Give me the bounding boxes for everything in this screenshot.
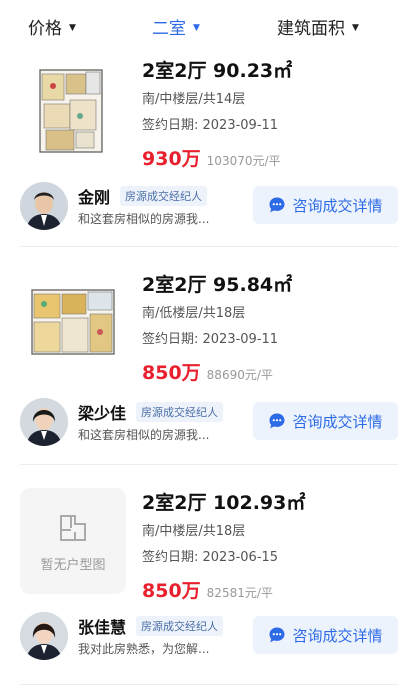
agent-row[interactable]: 张佳慧 房源成交经纪人 我对此房熟悉，为您解... 咨询成交详情 xyxy=(20,612,398,662)
price-row: 930万 103070元/平 xyxy=(142,144,398,171)
chat-icon xyxy=(269,413,285,429)
chevron-down-icon: ▼ xyxy=(193,22,200,33)
chat-icon xyxy=(269,197,285,213)
price-filter[interactable]: 价格 ▼ xyxy=(28,14,76,39)
chat-icon xyxy=(269,627,285,643)
consult-button-label: 咨询成交详情 xyxy=(292,626,383,645)
orientation-floor: 南/低楼层/共18层 xyxy=(142,306,246,321)
listing-title: 2室2厅 90.23㎡ xyxy=(142,60,293,82)
divider xyxy=(20,246,398,247)
listing-title: 2室2厅 95.84㎡ xyxy=(142,274,293,296)
avatar xyxy=(20,182,68,230)
chevron-down-icon: ▼ xyxy=(69,22,76,33)
listing-info: 2室2厅 90.23㎡ 南/中楼层/共14层 签约日期: 2023-09-11 … xyxy=(142,56,398,171)
agent-row[interactable]: 金刚 房源成交经纪人 和这套房相似的房源我... 咨询成交详情 xyxy=(20,182,398,232)
consult-deal-details-button[interactable]: 咨询成交详情 xyxy=(253,616,398,654)
listing-info: 2室2厅 102.93㎡ 南/中楼层/共18层 签约日期: 2023-06-15… xyxy=(142,488,398,603)
agent-tag: 房源成交经纪人 xyxy=(136,402,223,422)
listing-title: 2室2厅 102.93㎡ xyxy=(142,492,306,514)
agent-desc: 和这套房相似的房源我... xyxy=(78,428,210,442)
agent-name: 张佳慧 xyxy=(78,618,127,637)
rooms-filter-label: 二室 xyxy=(152,19,186,39)
no-floorplan-placeholder: 暂无户型图 xyxy=(20,488,126,594)
rooms-filter[interactable]: 二室 ▼ xyxy=(152,14,200,39)
agent-name: 梁少佳 xyxy=(78,404,127,423)
area-filter[interactable]: 建筑面积 ▼ xyxy=(277,14,359,39)
listing-card[interactable]: 暂无户型图 2室2厅 102.93㎡ 南/中楼层/共18层 签约日期: 2023… xyxy=(20,488,398,602)
listing-card[interactable]: 2室2厅 95.84㎡ 南/低楼层/共18层 签约日期: 2023-09-11 … xyxy=(20,270,398,390)
area-filter-label: 建筑面积 xyxy=(277,19,345,39)
sign-date: 签约日期: 2023-06-15 xyxy=(142,550,279,565)
floorplan-image xyxy=(20,56,126,162)
chevron-down-icon: ▼ xyxy=(352,22,359,33)
orientation-floor: 南/中楼层/共18层 xyxy=(142,524,246,539)
consult-button-label: 咨询成交详情 xyxy=(292,412,383,431)
agent-row[interactable]: 梁少佳 房源成交经纪人 和这套房相似的房源我... 咨询成交详情 xyxy=(20,398,398,448)
consult-deal-details-button[interactable]: 咨询成交详情 xyxy=(253,402,398,440)
no-floorplan-text: 暂无户型图 xyxy=(40,557,106,573)
total-price: 930万 xyxy=(142,148,201,170)
listing-info: 2室2厅 95.84㎡ 南/低楼层/共18层 签约日期: 2023-09-11 … xyxy=(142,270,398,385)
sign-date: 签约日期: 2023-09-11 xyxy=(142,332,279,347)
avatar xyxy=(20,398,68,446)
agent-desc: 我对此房熟悉，为您解... xyxy=(78,642,210,656)
consult-button-label: 咨询成交详情 xyxy=(292,196,383,215)
agent-name: 金刚 xyxy=(78,188,111,207)
divider xyxy=(20,464,398,465)
unit-price: 82581元/平 xyxy=(206,586,273,600)
orientation-floor: 南/中楼层/共14层 xyxy=(142,92,246,107)
consult-deal-details-button[interactable]: 咨询成交详情 xyxy=(253,186,398,224)
sign-date: 签约日期: 2023-09-11 xyxy=(142,118,279,133)
unit-price: 103070元/平 xyxy=(206,154,281,168)
price-row: 850万 88690元/平 xyxy=(142,358,398,385)
avatar xyxy=(20,612,68,660)
agent-desc: 和这套房相似的房源我... xyxy=(78,212,210,226)
floorplan-placeholder-icon xyxy=(60,514,86,541)
filter-bar: 价格 ▼ 二室 ▼ 建筑面积 ▼ xyxy=(0,0,419,46)
unit-price: 88690元/平 xyxy=(206,368,273,382)
agent-tag: 房源成交经纪人 xyxy=(136,616,223,636)
price-row: 850万 82581元/平 xyxy=(142,576,398,603)
floorplan-image xyxy=(20,270,126,376)
agent-tag: 房源成交经纪人 xyxy=(120,186,207,206)
total-price: 850万 xyxy=(142,362,201,384)
total-price: 850万 xyxy=(142,580,201,602)
price-filter-label: 价格 xyxy=(28,19,62,39)
listing-card[interactable]: 2室2厅 90.23㎡ 南/中楼层/共14层 签约日期: 2023-09-11 … xyxy=(20,56,398,176)
divider xyxy=(20,684,398,685)
